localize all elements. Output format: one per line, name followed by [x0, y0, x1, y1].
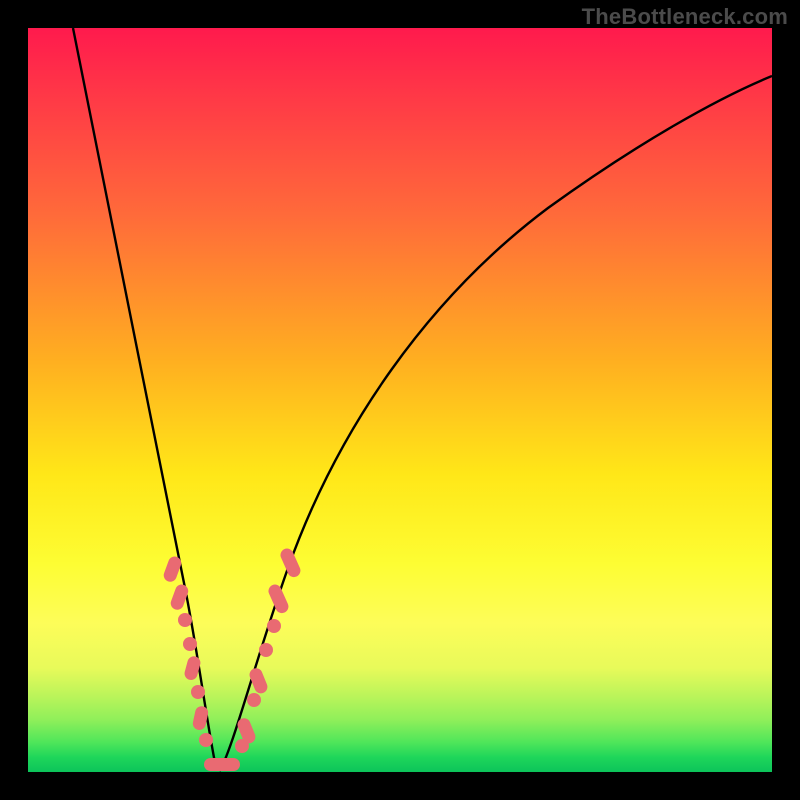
- marker-cluster: [162, 546, 303, 771]
- chart-svg: [28, 28, 772, 772]
- watermark-text: TheBottleneck.com: [582, 4, 788, 30]
- bottleneck-curve: [73, 28, 772, 770]
- chart-plot-area: [28, 28, 772, 772]
